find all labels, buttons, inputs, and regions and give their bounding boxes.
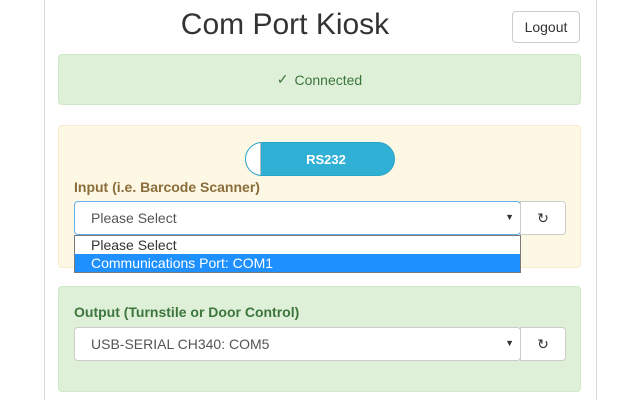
output-label: Output (Turnstile or Door Control)	[74, 304, 300, 320]
input-refresh-button[interactable]: ↻	[520, 201, 566, 235]
output-refresh-button[interactable]: ↻	[520, 327, 566, 361]
input-label: Input (i.e. Barcode Scanner)	[74, 179, 260, 195]
toggle-label: RS232	[306, 151, 346, 167]
dropdown-option-please-select[interactable]: Please Select	[75, 236, 520, 254]
logout-button[interactable]: Logout	[512, 11, 580, 43]
container-border-right	[596, 0, 597, 400]
check-icon: ✓	[276, 71, 289, 87]
dropdown-option-com1[interactable]: Communications Port: COM1	[75, 254, 520, 272]
page-title: Com Port Kiosk	[180, 8, 390, 41]
input-port-selected-value: Please Select	[91, 210, 177, 226]
kiosk-page: Com Port Kiosk Logout ✓ Connected RS232 …	[0, 0, 640, 400]
input-port-dropdown: Please Select Communications Port: COM1	[74, 235, 521, 273]
chevron-down-icon: ▼	[505, 212, 514, 222]
input-port-select[interactable]: Please Select ▼	[74, 201, 521, 235]
output-port-select[interactable]: USB-SERIAL CH340: COM5 ▼	[74, 327, 521, 361]
output-port-selected-value: USB-SERIAL CH340: COM5	[91, 336, 270, 352]
connection-status-text: Connected	[294, 71, 363, 88]
port-type-toggle[interactable]: RS232	[245, 142, 395, 176]
chevron-down-icon: ▼	[505, 338, 514, 348]
refresh-icon: ↻	[537, 209, 549, 226]
connection-status-alert: ✓ Connected	[58, 54, 581, 105]
container-border-left	[44, 0, 45, 400]
refresh-icon: ↻	[537, 335, 549, 352]
